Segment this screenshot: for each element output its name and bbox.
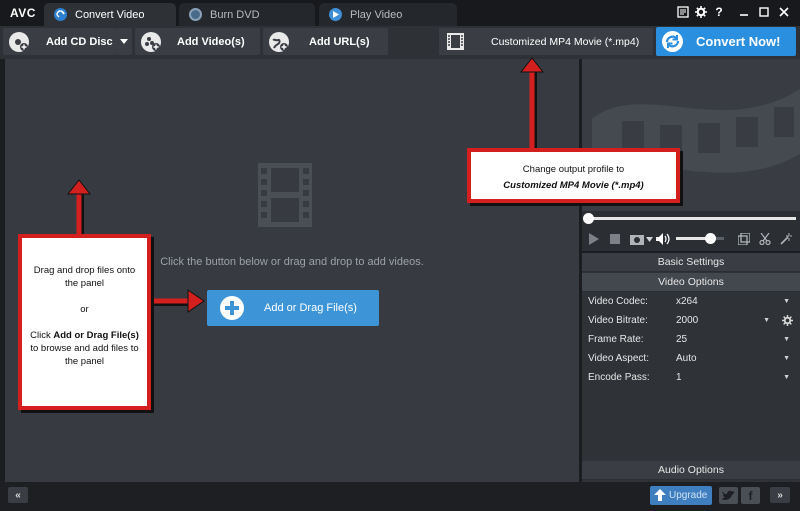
gear-icon[interactable]: [782, 315, 793, 326]
close-icon[interactable]: [777, 5, 791, 19]
app-logo: AVC: [10, 6, 36, 20]
chevron-down-icon: ▼: [783, 355, 790, 362]
twitter-icon[interactable]: [719, 487, 738, 504]
profile-note-line2: Customized MP4 Movie (*.mp4): [503, 180, 644, 191]
stop-icon[interactable]: [610, 234, 620, 244]
tab-label: Play Video: [350, 8, 403, 21]
drag-drop-annotation-callout: Drag and drop files onto the panel or Cl…: [18, 234, 151, 410]
chevron-down-icon: ▼: [763, 317, 770, 324]
chevron-down-icon: ▼: [783, 336, 790, 343]
drag-note-1: Drag and drop files onto the panel: [33, 265, 136, 289]
play-icon[interactable]: [589, 233, 599, 245]
drag-note-click-prefix: Click: [30, 330, 54, 341]
title-bar: AVC Convert Video Burn DVD Play Video ?: [0, 0, 800, 26]
tab-convert-video[interactable]: Convert Video: [44, 3, 176, 26]
expand-panel-button[interactable]: »: [770, 487, 790, 503]
help-icon[interactable]: ?: [712, 5, 726, 19]
film-add-icon: [141, 31, 161, 52]
add-cd-dropdown[interactable]: [115, 28, 132, 55]
volume-icon[interactable]: [656, 233, 670, 245]
effects-wand-icon[interactable]: [780, 233, 792, 245]
chevron-down-icon: ▼: [783, 374, 790, 381]
volume-handle[interactable]: [704, 233, 716, 244]
tab-play-video[interactable]: Play Video: [319, 3, 457, 26]
profile-annotation-callout: Change output profile to Customized MP4 …: [467, 148, 680, 203]
drag-note-bold: Add or Drag File(s): [53, 330, 139, 341]
register-icon[interactable]: [676, 5, 690, 19]
output-profile-select[interactable]: Customized MP4 Movie (*.mp4): [439, 28, 653, 55]
snapshot-camera-icon[interactable]: [630, 233, 644, 245]
collapse-panel-button[interactable]: «: [8, 487, 28, 503]
setting-label: Video Codec:: [588, 296, 648, 307]
globe-add-icon: [269, 31, 289, 52]
setting-value: 2000: [676, 315, 699, 326]
drag-note-rest: to browse and add files to the panel: [30, 343, 139, 367]
audio-options-label: Audio Options: [658, 464, 724, 476]
upgrade-arrow-icon: [654, 489, 666, 501]
convert-now-button[interactable]: Convert Now!: [656, 27, 796, 56]
audio-options-header[interactable]: Audio Options: [582, 461, 800, 480]
chevron-down-icon[interactable]: [646, 237, 653, 242]
upgrade-button[interactable]: Upgrade: [650, 486, 712, 505]
setting-value: x264: [676, 296, 698, 307]
setting-value: 25: [676, 334, 688, 345]
popout-icon[interactable]: [738, 233, 750, 245]
profile-label: Customized MP4 Movie (*.mp4): [491, 35, 640, 48]
chevron-down-icon: [119, 39, 128, 44]
add-cd-disc-button[interactable]: Add CD Disc: [3, 28, 115, 55]
profile-note-line1: Change output profile to: [522, 164, 625, 175]
film-strip-icon: [447, 33, 464, 50]
frame-rate-row[interactable]: Frame Rate: 25 ▼: [582, 330, 800, 349]
upgrade-label: Upgrade: [669, 490, 708, 501]
video-options-header[interactable]: Video Options: [582, 273, 800, 292]
add-videos-button[interactable]: Add Video(s): [135, 28, 260, 55]
volume-slider[interactable]: [676, 233, 724, 244]
add-videos-label: Add Video(s): [177, 35, 245, 48]
video-aspect-row[interactable]: Video Aspect: Auto ▼: [582, 349, 800, 368]
convert-now-label: Convert Now!: [696, 34, 781, 49]
encode-pass-row[interactable]: Encode Pass: 1 ▼: [582, 368, 800, 387]
basic-settings-header[interactable]: Basic Settings: [582, 253, 800, 272]
plus-icon: [220, 296, 244, 320]
setting-label: Encode Pass:: [588, 372, 650, 383]
add-drag-label: Add or Drag File(s): [264, 302, 357, 314]
settings-gear-icon[interactable]: [694, 5, 708, 19]
convert-icon: [662, 31, 683, 52]
add-cd-label: Add CD Disc: [46, 35, 113, 48]
video-options-label: Video Options: [658, 276, 724, 288]
setting-value: Auto: [676, 353, 697, 364]
add-or-drag-files-button[interactable]: Add or Drag File(s): [207, 290, 379, 326]
minimize-icon[interactable]: [737, 5, 751, 19]
seek-track: [588, 217, 796, 220]
setting-label: Frame Rate:: [588, 334, 644, 345]
video-codec-row[interactable]: Video Codec: x264 ▼: [582, 292, 800, 311]
scissors-icon[interactable]: [759, 233, 771, 245]
tab-burn-dvd[interactable]: Burn DVD: [179, 3, 315, 26]
convert-icon: [54, 8, 67, 21]
tab-label: Convert Video: [75, 8, 145, 21]
setting-label: Video Bitrate:: [588, 315, 648, 326]
add-urls-button[interactable]: Add URL(s): [263, 28, 388, 55]
video-bitrate-row[interactable]: Video Bitrate: 2000 ▼: [582, 311, 800, 330]
facebook-icon[interactable]: f: [741, 487, 760, 504]
drag-note-or: or: [80, 304, 89, 315]
disc-add-icon: [9, 31, 29, 52]
dvd-icon: [189, 8, 202, 21]
setting-value: 1: [676, 372, 682, 383]
maximize-icon[interactable]: [757, 5, 771, 19]
play-icon: [329, 8, 342, 21]
tab-label: Burn DVD: [210, 8, 260, 21]
seek-handle[interactable]: [583, 213, 594, 224]
film-placeholder-icon: [258, 163, 312, 227]
chevron-down-icon: ▼: [783, 298, 790, 305]
basic-settings-label: Basic Settings: [657, 256, 725, 268]
add-urls-label: Add URL(s): [309, 35, 370, 48]
settings-panel: Basic Settings Video Options Video Codec…: [582, 253, 800, 483]
player-controls: [582, 227, 800, 251]
drag-note-click: Click Add or Drag File(s) to browse and …: [30, 329, 139, 368]
seek-bar[interactable]: [582, 211, 800, 227]
setting-label: Video Aspect:: [588, 353, 649, 364]
